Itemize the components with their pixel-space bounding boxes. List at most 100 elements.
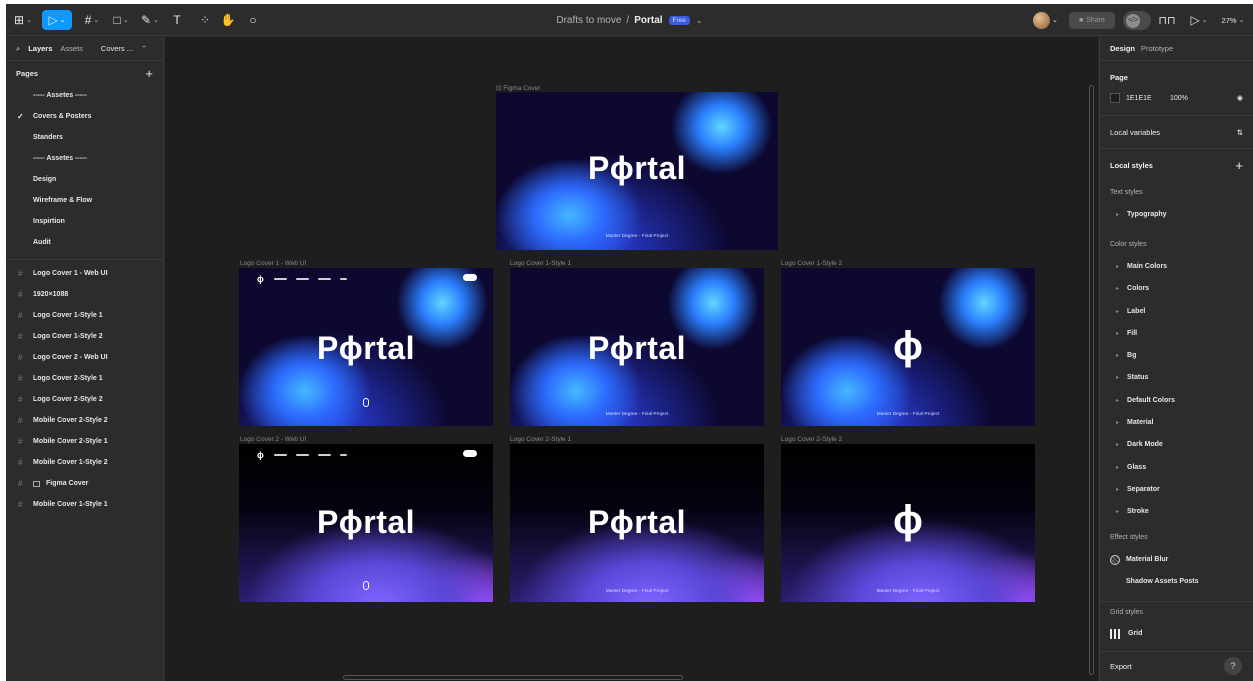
mini-logo: ɸ [257,274,264,284]
page-item[interactable]: Standers [6,127,163,148]
layer-item[interactable]: # Logo Cover 2-Style 2 [6,389,163,410]
file-name[interactable]: Portal [634,15,662,26]
color-swatch[interactable] [1110,93,1120,103]
shape-tool-button[interactable]: □ ⌄ [108,10,134,30]
layer-item[interactable]: # Figma Cover [6,473,163,494]
add-page-button[interactable]: + [145,66,153,81]
layer-item[interactable]: # Mobile Cover 1-Style 1 [6,494,163,515]
frame-label[interactable]: Logo Cover 2 - Web UI [240,436,306,443]
layer-item[interactable]: # Mobile Cover 1-Style 2 [6,452,163,473]
pages-list: ----- Assetes ----- ✓ Covers & Posters Stan… [6,85,163,253]
tab-layers[interactable]: Layers [28,44,52,53]
pen-tool-button[interactable]: ✎ ⌄ [137,10,163,30]
frame-logo-cover-2-style-2[interactable]: ɸ Master Degree - Final Project [781,444,1035,602]
frame-label[interactable]: Logo Cover 1-Style 1 [510,260,571,267]
layer-item[interactable]: # Logo Cover 2 - Web UI [6,347,163,368]
style-item[interactable]: Shadow Assets Posts [1100,571,1253,593]
layer-item-label: Figma Cover [46,480,89,487]
caret-right-icon: ▸ [1116,286,1120,293]
frame-label[interactable]: Logo Cover 2-Style 2 [781,436,842,443]
vertical-scrollbar[interactable] [1089,85,1094,675]
frame-logo-cover-1-style-1[interactable]: Pɸrtal Master Degree - Final Project [510,268,764,426]
style-item[interactable]: ▸ Colors [1100,278,1253,300]
frame-icon: # [18,437,23,446]
style-item[interactable]: ▸ Dark Mode [1100,434,1253,456]
page-item[interactable]: Audit [6,232,163,253]
zoom-value: 27% [1221,15,1237,25]
style-item[interactable]: ▸ Typography [1100,203,1253,225]
page-item[interactable]: ----- Assetes ----- [6,148,163,169]
page-opacity-value[interactable]: 100% [1170,95,1188,102]
hand-tool-button[interactable]: ✋ [219,10,237,30]
style-item[interactable]: ▸ Label [1100,300,1253,322]
layer-item[interactable]: # Mobile Cover 2-Style 1 [6,431,163,452]
style-item[interactable]: ▸ Material [1100,411,1253,433]
style-item[interactable]: ▸ Separator [1100,478,1253,500]
library-button[interactable]: ⊓⊓ [1158,10,1176,30]
project-name[interactable]: Drafts to move [556,15,621,26]
style-item[interactable]: ▸ Default Colors [1100,389,1253,411]
local-variables-button[interactable]: Local variables ⇅ [1100,116,1253,148]
text-tool-button[interactable]: T [168,10,186,30]
chevron-up-icon[interactable]: ⌃ [141,44,147,53]
layer-item-label: Logo Cover 2 - Web UI [33,354,108,361]
layer-item[interactable]: # Logo Cover 1-Style 2 [6,326,163,347]
page-item[interactable]: Wireframe & Flow [6,190,163,211]
style-item[interactable]: Material Blur [1100,549,1253,571]
page-item[interactable]: ----- Assetes ----- [6,85,163,106]
frame-label[interactable]: ⊡ Figma Cover [496,84,540,92]
move-tool-button[interactable]: ▷ ⌄ [42,10,72,30]
frame-logo-cover-2-style-1[interactable]: Pɸrtal Master Degree - Final Project [510,444,764,602]
dev-mode-toggle[interactable]: </> [1123,11,1151,30]
style-item[interactable]: ▸ Bg [1100,344,1253,366]
tab-prototype[interactable]: Prototype [1141,44,1173,53]
page-dropdown[interactable]: Covers ... [101,44,133,53]
resources-button[interactable]: ⁘ [196,10,214,30]
divider[interactable] [6,259,163,260]
main-menu-button[interactable]: ⊞ ⌄ [10,10,36,30]
chevron-down-icon[interactable]: ⌄ [1052,10,1058,30]
layer-item[interactable]: # Logo Cover 2-Style 1 [6,368,163,389]
page-background-row[interactable]: 1E1E1E 100% ◉ [1100,87,1253,109]
tab-design[interactable]: Design [1110,44,1135,53]
frame-logo-cover-1-style-2[interactable]: ɸ Master Degree - Final Project [781,268,1035,426]
frame-tool-button[interactable]: # ⌄ [79,10,105,30]
page-item[interactable]: Design [6,169,163,190]
eye-icon[interactable]: ◉ [1237,94,1243,102]
style-item[interactable]: Grid [1100,623,1253,645]
share-button[interactable]: ■ Share [1069,12,1115,29]
frame-label[interactable]: Logo Cover 1-Style 2 [781,260,842,267]
layer-item[interactable]: # Logo Cover 1 - Web UI [6,263,163,284]
comment-tool-button[interactable]: ○ [244,10,262,30]
avatar[interactable] [1033,12,1050,29]
canvas[interactable]: ⊡ Figma Cover Pɸrtal Master Degree - Fin… [165,37,1098,681]
pages-title: Pages [16,68,39,78]
tab-assets[interactable]: Assets [60,44,83,53]
style-item-label: Default Colors [1127,396,1175,404]
style-item[interactable]: ▸ Status [1100,367,1253,389]
search-icon[interactable]: ⌕ [16,44,20,54]
layer-item[interactable]: # Logo Cover 1-Style 1 [6,305,163,326]
style-item[interactable]: ▸ Main Colors [1100,255,1253,277]
page-item[interactable]: Inspirtion [6,211,163,232]
style-item[interactable]: ▸ Fill [1100,322,1253,344]
page-item[interactable]: ✓ Covers & Posters [6,106,163,127]
add-style-button[interactable]: + [1235,158,1243,173]
help-button[interactable]: ? [1224,657,1242,675]
style-item[interactable]: ▸ Glass [1100,456,1253,478]
zoom-dropdown[interactable]: 27% ⌄ [1216,10,1250,30]
chevron-down-icon[interactable]: ⌄ [696,16,703,25]
layer-item[interactable]: # Mobile Cover 2-Style 2 [6,410,163,431]
frame-figma-cover[interactable]: Pɸrtal Master Degree - Final Project [496,92,778,250]
frame-logo-cover-1-web-ui[interactable]: ɸ Pɸrtal [239,268,493,426]
frame-label[interactable]: Logo Cover 2-Style 1 [510,436,571,443]
style-item[interactable]: ▸ Stroke [1100,501,1253,523]
frame-icon: # [18,332,23,341]
horizontal-scrollbar[interactable] [343,675,683,680]
layer-item[interactable]: #1920×1088 [6,284,163,305]
frame-label[interactable]: Logo Cover 1 - Web UI [240,260,306,267]
frame-logo-cover-2-web-ui[interactable]: ɸ Pɸrtal [239,444,493,602]
present-button[interactable]: ▷ ⌄ [1186,10,1212,30]
mini-cta-button [463,274,477,281]
page-color-value[interactable]: 1E1E1E [1126,95,1162,102]
